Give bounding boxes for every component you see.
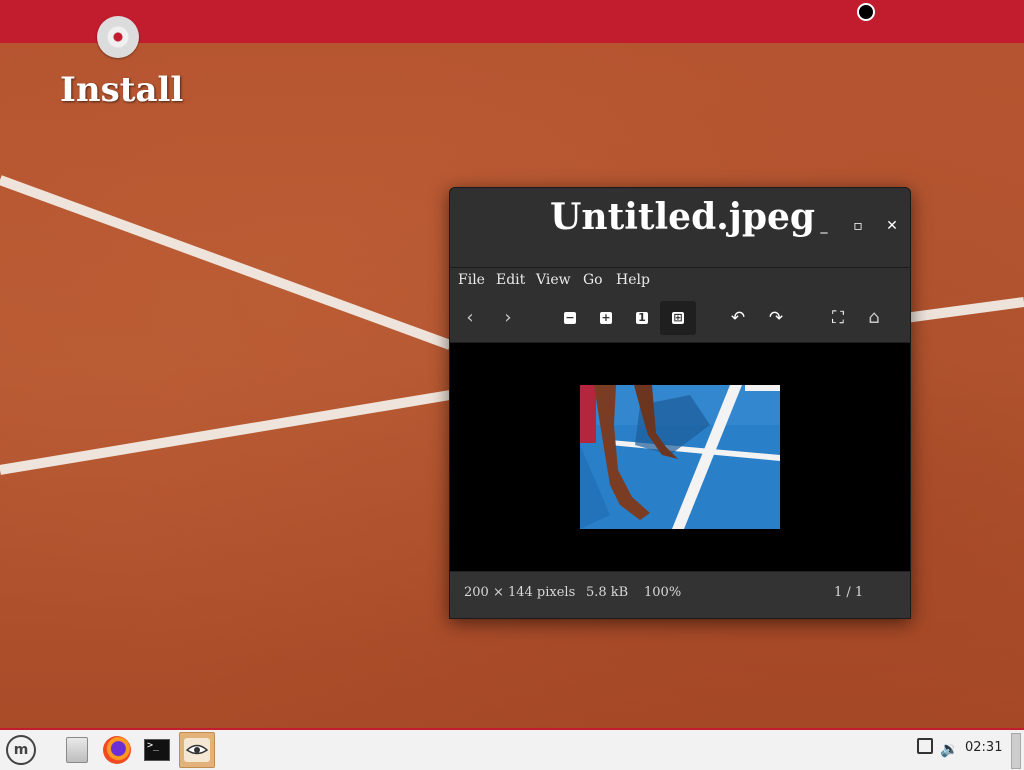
menu-go[interactable]: Go [583,272,603,288]
image-viewer-window: Untitled.jpeg _ ▫ ✕ File Edit View Go He… [449,187,911,619]
zoom-normal-icon: 1 [636,312,648,324]
rotate-left-icon: ↶ [730,307,746,328]
image-viewer-icon [184,738,210,762]
files-icon [66,737,88,763]
next-image-button[interactable]: › [494,304,522,332]
window-title: Untitled.jpeg [550,196,816,238]
volume-icon: 🔉 [940,740,959,758]
clock[interactable]: 02:31 [965,740,1002,755]
show-desktop-button[interactable] [1011,733,1021,769]
menu-icon: m [6,735,36,765]
chevron-right-icon: › [504,307,512,328]
fullscreen-icon: ⛶ [832,307,844,328]
network-tray[interactable] [917,738,933,754]
zoom-in-button[interactable]: + [592,304,620,332]
tennis-photo [580,385,780,529]
statusbar: 200 × 144 pixels 5.8 kB 100% 1 / 1 [450,571,910,618]
zoom-fit-button[interactable]: ⊞ [660,301,696,335]
desktop-icon-install[interactable]: Install [60,16,184,112]
zoom-in-icon: + [600,311,612,324]
start-menu-button[interactable]: m [4,733,38,767]
cd-icon [97,16,139,58]
network-icon [917,738,933,754]
rotate-left-button[interactable]: ↶ [724,304,752,332]
zoom-out-button[interactable]: − [556,304,584,332]
menu-file[interactable]: File [458,272,485,288]
maximize-button[interactable]: ▫ [848,216,868,236]
minimize-button[interactable]: _ [814,216,834,236]
fullscreen-button[interactable]: ⛶ [824,304,852,332]
volume-tray[interactable]: 🔉 [940,739,959,758]
zoom-normal-button[interactable]: 1 [628,304,656,332]
desktop-icon-label: Install [60,70,184,110]
menu-edit[interactable]: Edit [496,272,525,288]
terminal-launcher[interactable]: >_ [140,733,174,767]
close-button[interactable]: ✕ [882,216,902,236]
menubar: File Edit View Go Help [450,268,910,294]
image-viewer-task[interactable] [179,732,215,768]
previous-image-button[interactable]: ‹ [456,304,484,332]
firefox-icon [103,736,131,764]
files-launcher[interactable] [60,733,94,767]
zoom-level: 100% [644,585,682,600]
cursor-dot [857,3,875,21]
firefox-launcher[interactable] [100,733,134,767]
zoom-fit-icon: ⊞ [672,311,684,324]
image-position: 1 / 1 [834,585,864,600]
eye-icon [186,744,208,755]
zoom-out-icon: − [564,311,576,324]
image-canvas[interactable] [450,343,910,571]
slideshow-icon: ⌂ [868,307,880,328]
rotate-right-icon: ↷ [768,307,784,328]
menu-help[interactable]: Help [616,272,650,288]
image-file-size: 5.8 kB [586,585,629,600]
image-dimensions: 200 × 144 pixels [464,585,576,600]
terminal-icon: >_ [144,739,170,761]
chevron-left-icon: ‹ [466,307,474,328]
displayed-image [580,385,780,529]
toolbar: ‹ › − + 1 ⊞ ↶ ↷ ⛶ ⌂ [450,294,910,343]
slideshow-button[interactable]: ⌂ [860,304,888,332]
titlebar[interactable]: Untitled.jpeg _ ▫ ✕ [450,188,910,268]
rotate-right-button[interactable]: ↷ [762,304,790,332]
menu-view[interactable]: View [536,272,571,288]
taskbar: m >_ 🔉 02:31 [0,728,1024,770]
